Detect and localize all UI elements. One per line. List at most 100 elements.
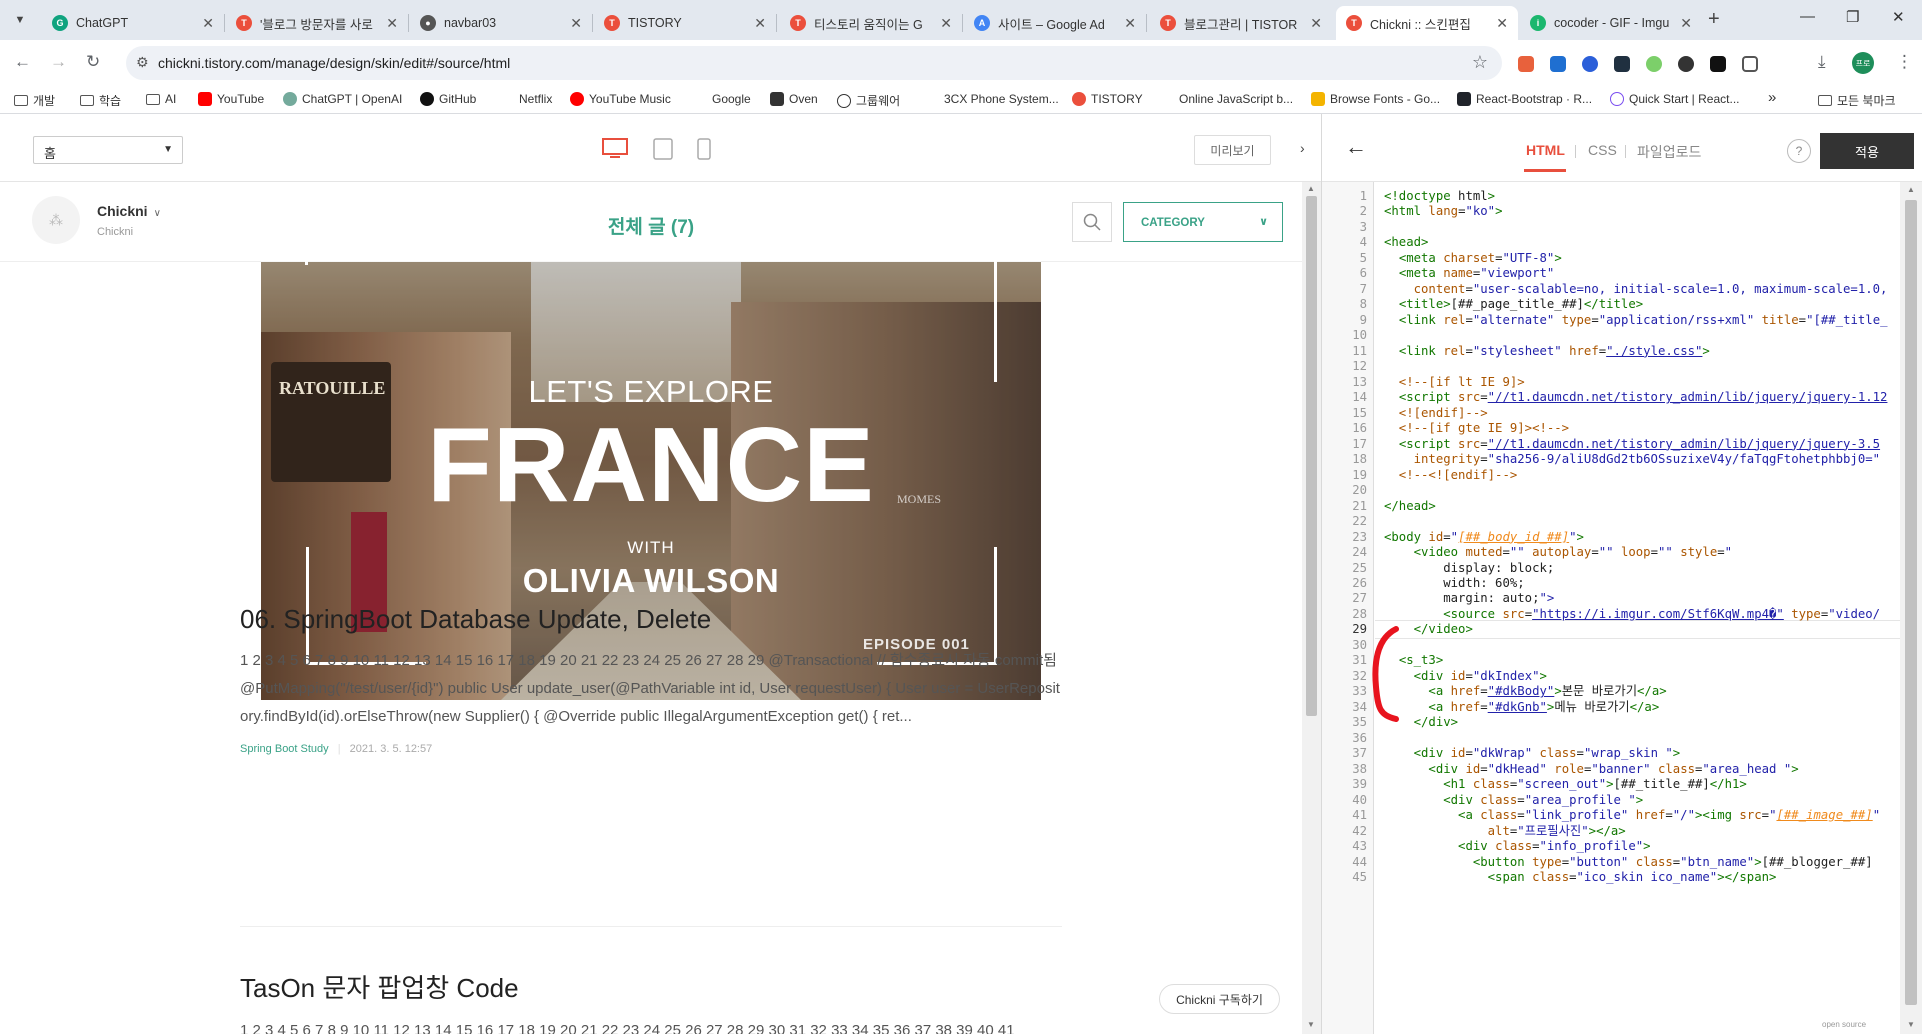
tab-close-icon[interactable]: ✕	[1124, 15, 1136, 32]
react-icon	[1610, 92, 1624, 106]
code-line[interactable]: <link rel="stylesheet" href="./style.css…	[1384, 342, 1710, 361]
help-button[interactable]: ?	[1787, 139, 1811, 163]
code-scroll-thumb[interactable]	[1905, 200, 1917, 1005]
tab-separator	[224, 14, 225, 32]
scroll-up-icon[interactable]: ▲	[1907, 185, 1915, 194]
bookmark-item[interactable]: 학습	[80, 92, 121, 109]
extension-icon-7[interactable]	[1710, 56, 1726, 72]
category-label: CATEGORY	[1141, 217, 1205, 229]
browser-tab[interactable]: A 사이트 – Google Ad ✕	[964, 6, 1146, 40]
bookmark-item[interactable]: 3CX Phone System...	[925, 92, 1059, 106]
code-line[interactable]: <html lang="ko">	[1384, 202, 1503, 221]
scroll-up-icon[interactable]: ▲	[1307, 184, 1315, 193]
reload-icon[interactable]: ↻	[86, 52, 100, 72]
tab-search-button[interactable]: ▼	[8, 8, 32, 32]
code-line[interactable]: <span class="ico_skin ico_name"></span>	[1384, 868, 1777, 887]
bookmark-item[interactable]: AI	[146, 92, 176, 106]
browser-tab[interactable]: T TISTORY ✕	[594, 6, 776, 40]
post-title[interactable]: 06. SpringBoot Database Update, Delete	[240, 604, 1062, 635]
browser-tab[interactable]: T 티스토리 움직이는 G ✕	[780, 6, 962, 40]
back-arrow-icon[interactable]: ←	[1345, 134, 1367, 160]
restore-button[interactable]: ❐	[1846, 8, 1859, 26]
bookmark-item[interactable]: Oven	[770, 92, 818, 106]
collapse-panel-icon[interactable]: ›	[1300, 140, 1305, 156]
close-window-button[interactable]: ✕	[1892, 8, 1905, 26]
preview-scrollbar[interactable]: ▲ ▼	[1302, 182, 1321, 1034]
forward-icon[interactable]: →	[50, 52, 67, 72]
extensions-puzzle-icon[interactable]	[1742, 56, 1758, 72]
post-item[interactable]: TasOn 문자 팝업창 Code 1 2 3 4 5 6 7 8 9 10 1…	[240, 968, 1062, 1034]
menu-dots-icon[interactable]: ⋮	[1896, 52, 1913, 72]
browser-tab[interactable]: T 블로그관리 | TISTOR ✕	[1150, 6, 1332, 40]
post-category[interactable]: Spring Boot Study	[240, 743, 329, 755]
browser-tab[interactable]: i cocoder - GIF - Imgu ✕	[1520, 6, 1702, 40]
bookmark-item[interactable]: Browse Fonts - Go...	[1311, 92, 1440, 106]
back-icon[interactable]: ←	[14, 52, 31, 72]
extension-icon-3[interactable]	[1582, 56, 1598, 72]
bookmark-item[interactable]: 개발	[14, 92, 55, 109]
browser-tab[interactable]: T '블로그 방문자를 사로 ✕	[226, 6, 408, 40]
bookmark-item[interactable]: Netflix	[500, 92, 552, 106]
tablet-icon[interactable]	[653, 138, 673, 160]
address-bar[interactable]: ⚙ chickni.tistory.com/manage/design/skin…	[126, 46, 1502, 80]
tab-close-icon[interactable]: ✕	[754, 15, 766, 32]
bookmark-item[interactable]: YouTube Music	[570, 92, 671, 106]
tab-close-icon[interactable]: ✕	[386, 15, 398, 32]
browser-tab[interactable]: ● navbar03 ✕	[410, 6, 592, 40]
mobile-icon[interactable]	[697, 138, 711, 160]
extension-icon-6[interactable]	[1678, 56, 1694, 72]
tab-close-icon[interactable]: ✕	[1680, 15, 1692, 32]
profile-avatar[interactable]: 프로	[1852, 52, 1874, 74]
tab-html[interactable]: HTML	[1526, 142, 1565, 158]
scroll-down-icon[interactable]: ▼	[1307, 1020, 1315, 1029]
tab-close-icon[interactable]: ✕	[202, 15, 214, 32]
new-tab-button[interactable]: +	[1708, 8, 1720, 31]
bookmark-item[interactable]: 그룹웨어	[837, 92, 900, 109]
all-bookmarks-folder[interactable]: 모든 북마크	[1818, 92, 1896, 109]
tab-file-upload[interactable]: 파일업로드	[1637, 142, 1701, 162]
bookmark-item[interactable]: React-Bootstrap · R...	[1457, 92, 1592, 106]
bookmark-item[interactable]: YouTube	[198, 92, 264, 106]
code-scrollbar[interactable]: ▲ ▼	[1900, 182, 1922, 1034]
tab-close-icon[interactable]: ✕	[1496, 15, 1508, 32]
tab-close-icon[interactable]: ✕	[1310, 15, 1322, 32]
apply-button[interactable]: 적용	[1820, 133, 1914, 169]
tab-css[interactable]: CSS	[1588, 142, 1617, 158]
category-dropdown[interactable]: CATEGORY ∨	[1123, 202, 1283, 242]
code-line[interactable]: </head>	[1384, 497, 1436, 516]
bookmark-item[interactable]: Google	[693, 92, 751, 106]
browser-tab[interactable]: T Chickni :: 스킨편집 ✕	[1336, 6, 1518, 40]
download-icon[interactable]: ⤓	[1818, 52, 1826, 72]
desktop-icon[interactable]	[602, 138, 628, 160]
bookmark-item[interactable]: TISTORY	[1072, 92, 1143, 106]
scroll-down-icon[interactable]: ▼	[1907, 1020, 1915, 1029]
post-title[interactable]: TasOn 문자 팝업창 Code	[240, 968, 1062, 1005]
extension-icon-5[interactable]	[1646, 56, 1662, 72]
browser-tab[interactable]: G ChatGPT ✕	[42, 6, 224, 40]
bookmark-star-icon[interactable]: ☆	[1472, 52, 1488, 73]
line-number-gutter: 1 2 3 4 5 6 7 8 9 10 11 12 13 14 15 16 17 18 19 20 21 22 23 24 2…	[1322, 182, 1374, 1034]
search-icon	[1083, 213, 1101, 231]
page-select[interactable]: 홈 ▼	[33, 136, 183, 164]
extension-icon-2[interactable]	[1550, 56, 1566, 72]
search-button[interactable]	[1072, 202, 1112, 242]
bookmark-item[interactable]: Quick Start | React...	[1610, 92, 1739, 106]
minimize-button[interactable]: —	[1800, 8, 1815, 25]
tab-close-icon[interactable]: ✕	[570, 15, 582, 32]
preview-button[interactable]: 미리보기	[1194, 135, 1271, 165]
extension-icon-4[interactable]	[1614, 56, 1630, 72]
bookmark-item[interactable]: GitHub	[420, 92, 476, 106]
bookmark-item[interactable]: Online JavaScript b...	[1160, 92, 1293, 106]
subscribe-button[interactable]: Chickni 구독하기	[1159, 984, 1280, 1014]
code-line[interactable]: <!--<![endif]-->	[1384, 466, 1517, 485]
bookmark-item[interactable]: ChatGPT | OpenAI	[283, 92, 402, 106]
site-info-icon[interactable]: ⚙	[136, 54, 149, 71]
html-code-editor[interactable]: 1 2 3 4 5 6 7 8 9 10 11 12 13 14 15 16 17 18 19 20 21 22 23 24 2…	[1322, 182, 1900, 1034]
preview-scroll-thumb[interactable]	[1306, 196, 1317, 716]
code-line[interactable]: <link rel="alternate" type="application/…	[1384, 311, 1888, 330]
extension-icon-1[interactable]	[1518, 56, 1534, 72]
bookmarks-more-button[interactable]: »	[1768, 89, 1776, 106]
bookmark-label: YouTube	[217, 92, 265, 106]
post-item[interactable]: 06. SpringBoot Database Update, Delete 1…	[240, 604, 1062, 755]
tab-close-icon[interactable]: ✕	[940, 15, 952, 32]
